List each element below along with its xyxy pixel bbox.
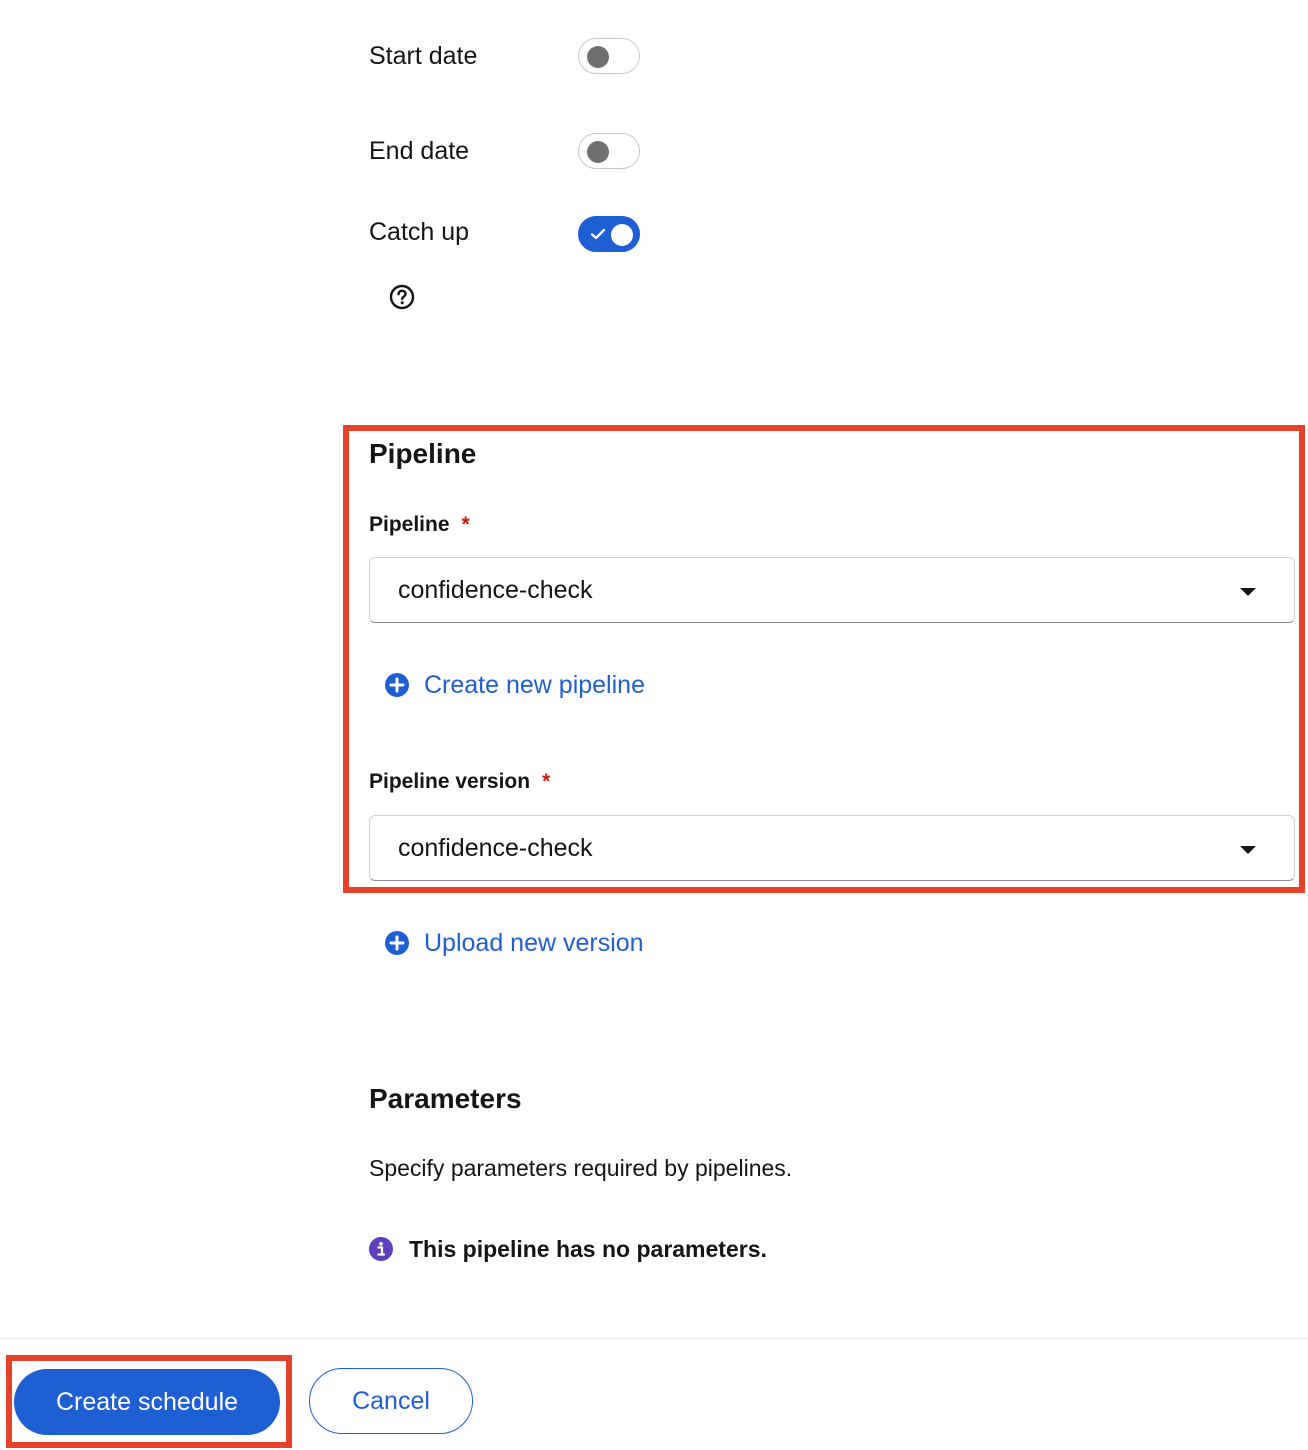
pipeline-section-title: Pipeline xyxy=(369,438,477,469)
pipeline-version-select[interactable]: confidence-check xyxy=(369,815,1295,881)
pipeline-version-field-label: Pipeline version * xyxy=(369,769,550,795)
check-icon xyxy=(590,228,606,240)
end-date-label: End date xyxy=(369,137,470,165)
required-asterisk: * xyxy=(461,513,470,536)
no-parameters-alert: This pipeline has no parameters. xyxy=(369,1235,767,1263)
toggle-knob xyxy=(587,46,609,68)
toggle-knob xyxy=(611,224,633,246)
pipeline-select[interactable]: confidence-check xyxy=(369,557,1295,623)
create-new-pipeline-label: Create new pipeline xyxy=(424,671,645,699)
parameters-section-title: Parameters xyxy=(369,1083,522,1114)
pipeline-select-value: confidence-check xyxy=(398,576,593,604)
create-schedule-button[interactable]: Create schedule xyxy=(14,1369,280,1435)
plus-circle-icon xyxy=(385,673,409,697)
end-date-toggle[interactable] xyxy=(578,133,640,169)
catch-up-toggle[interactable] xyxy=(578,216,640,252)
pipeline-version-label-text: Pipeline version xyxy=(369,770,531,793)
required-asterisk: * xyxy=(542,770,551,793)
parameters-description: Specify parameters required by pipelines… xyxy=(369,1155,793,1181)
caret-down-icon xyxy=(1240,846,1256,854)
start-date-toggle[interactable] xyxy=(578,38,640,74)
create-new-pipeline-button[interactable]: Create new pipeline xyxy=(384,670,645,700)
pipeline-field-label: Pipeline * xyxy=(369,512,470,538)
upload-new-version-label: Upload new version xyxy=(424,929,644,957)
pipeline-label-text: Pipeline xyxy=(369,513,450,536)
caret-down-icon xyxy=(1240,588,1256,596)
footer-divider xyxy=(0,1338,1308,1339)
plus-circle-icon xyxy=(385,931,409,955)
start-date-label: Start date xyxy=(369,42,478,70)
catch-up-label: Catch up xyxy=(369,218,470,246)
question-circle-icon[interactable] xyxy=(389,284,415,310)
cancel-button[interactable]: Cancel xyxy=(309,1368,473,1434)
pipeline-version-select-value: confidence-check xyxy=(398,834,593,862)
upload-new-version-button[interactable]: Upload new version xyxy=(384,928,644,958)
no-parameters-text: This pipeline has no parameters. xyxy=(409,1236,767,1262)
toggle-knob xyxy=(587,141,609,163)
info-circle-icon xyxy=(369,1237,393,1261)
